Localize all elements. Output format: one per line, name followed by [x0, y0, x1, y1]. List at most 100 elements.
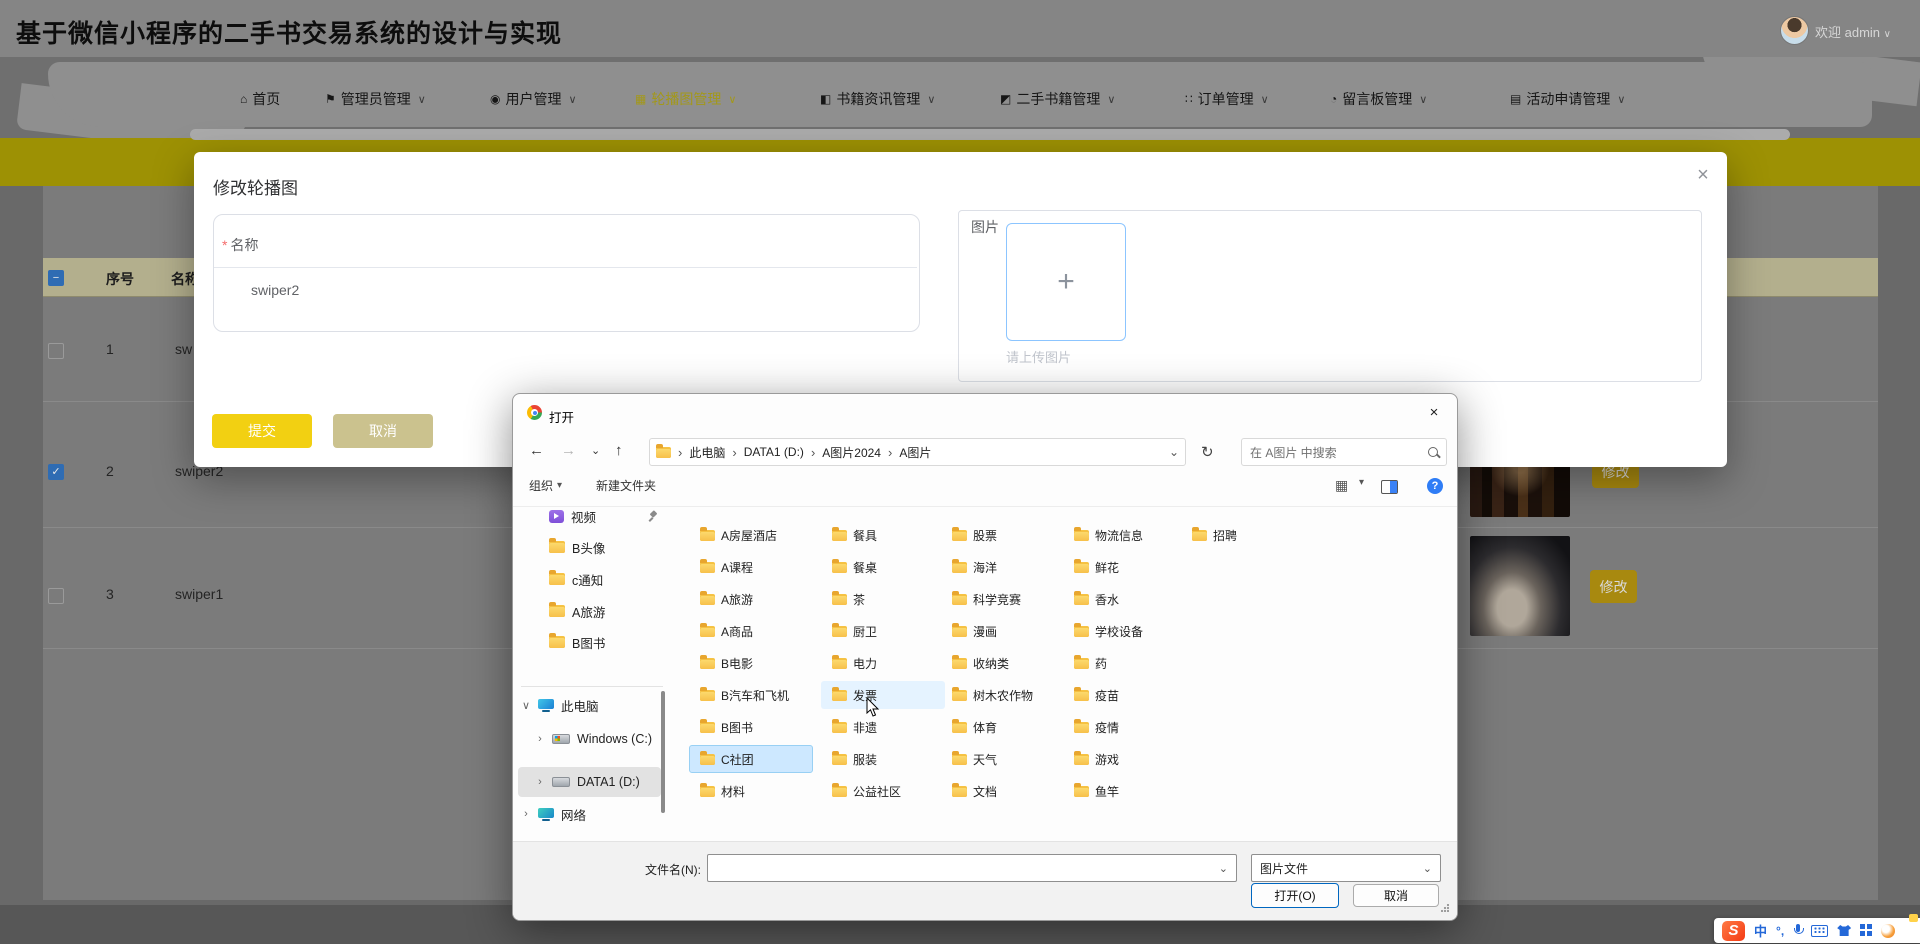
- sidebar-item-drive-d[interactable]: › DATA1 (D:): [535, 768, 640, 796]
- recent-locations-caret[interactable]: ⌄: [591, 444, 600, 457]
- file-type-select[interactable]: 图片文件 ⌄: [1251, 854, 1441, 882]
- submit-button[interactable]: 提交: [212, 414, 312, 448]
- folder-item[interactable]: 游戏: [1063, 745, 1187, 773]
- folder-item[interactable]: 疫苗: [1063, 681, 1187, 709]
- breadcrumb-drive-d[interactable]: DATA1 (D:): [744, 445, 804, 459]
- folder-item[interactable]: 餐具: [821, 521, 945, 549]
- caret-down-icon[interactable]: ⌄: [1219, 862, 1228, 875]
- sidebar-item-a-travel[interactable]: A旅游: [549, 597, 605, 625]
- chevron-collapsed-icon[interactable]: ›: [521, 808, 531, 820]
- toolbox-icon[interactable]: [1860, 924, 1865, 929]
- folder-item-selected[interactable]: C社团: [689, 745, 813, 773]
- close-icon[interactable]: ×: [1688, 160, 1718, 190]
- nav-item-activity-apply-mgmt[interactable]: ▤ 活动申请管理 ∨: [1510, 89, 1625, 109]
- sidebar-item-network[interactable]: › 网络: [521, 800, 586, 828]
- folder-item[interactable]: 漫画: [941, 617, 1065, 645]
- folder-item[interactable]: A房屋酒店: [689, 521, 813, 549]
- folder-item[interactable]: 学校设备: [1063, 617, 1187, 645]
- welcome-admin[interactable]: 欢迎 admin ∨: [1815, 22, 1891, 41]
- filename-combobox[interactable]: ⌄: [707, 854, 1237, 882]
- folder-item[interactable]: 树木农作物: [941, 681, 1065, 709]
- ime-punctuation-icon[interactable]: °,: [1776, 924, 1784, 938]
- folder-item[interactable]: 体育: [941, 713, 1065, 741]
- modal-cancel-button[interactable]: 取消: [333, 414, 433, 448]
- name-input-value[interactable]: swiper2: [251, 282, 299, 298]
- skin-icon[interactable]: [1837, 925, 1851, 936]
- nav-item-carousel-mgmt[interactable]: ▦ 轮播图管理 ∨: [635, 89, 736, 109]
- folder-item[interactable]: 香水: [1063, 585, 1187, 613]
- scrollbar-thumb[interactable]: [190, 129, 1790, 140]
- nav-item-home[interactable]: ⌂ 首页: [240, 89, 280, 109]
- folder-item[interactable]: B汽车和飞机: [689, 681, 813, 709]
- search-input[interactable]: 在 A图片 中搜索: [1241, 438, 1447, 466]
- nav-item-order-mgmt[interactable]: ∷ 订单管理 ∨: [1185, 89, 1269, 109]
- sidebar-item-drive-c[interactable]: › Windows (C:): [535, 725, 652, 753]
- folder-item[interactable]: B电影: [689, 649, 813, 677]
- folder-item[interactable]: 非遗: [821, 713, 945, 741]
- folder-item[interactable]: 电力: [821, 649, 945, 677]
- name-field[interactable]: *名称 swiper2: [213, 214, 920, 332]
- folder-item[interactable]: A旅游: [689, 585, 813, 613]
- help-icon[interactable]: ?: [1427, 478, 1443, 494]
- row-checkbox[interactable]: [48, 343, 64, 359]
- chevron-collapsed-icon[interactable]: ›: [535, 733, 545, 745]
- upload-image-button[interactable]: +: [1006, 223, 1126, 341]
- folder-item[interactable]: 海洋: [941, 553, 1065, 581]
- folder-item[interactable]: 茶: [821, 585, 945, 613]
- nav-item-message-board-mgmt[interactable]: ◔ 留言板管理 ∨: [1330, 89, 1427, 109]
- folder-item[interactable]: 物流信息: [1063, 521, 1187, 549]
- filename-input[interactable]: [716, 860, 1219, 876]
- folder-item[interactable]: 材料: [689, 777, 813, 805]
- select-all-checkbox[interactable]: −: [48, 270, 64, 286]
- folder-item[interactable]: 文档: [941, 777, 1065, 805]
- breadcrumb-folder-2024[interactable]: A图片2024: [822, 444, 881, 461]
- view-mode-caret[interactable]: ▾: [1359, 477, 1364, 488]
- address-dropdown-caret[interactable]: ⌄: [1169, 445, 1179, 459]
- keyboard-icon[interactable]: [1811, 925, 1828, 937]
- emoji-icon[interactable]: [1881, 924, 1895, 938]
- dialog-cancel-button[interactable]: 取消: [1353, 884, 1439, 907]
- sogou-logo-icon[interactable]: S: [1722, 921, 1745, 941]
- chevron-collapsed-icon[interactable]: ›: [535, 776, 545, 788]
- folder-item[interactable]: 药: [1063, 649, 1187, 677]
- open-button[interactable]: 打开(O): [1251, 883, 1339, 908]
- folder-item[interactable]: 鱼竿: [1063, 777, 1187, 805]
- view-mode-icon[interactable]: ▦: [1335, 477, 1348, 494]
- edit-button[interactable]: 修改: [1590, 570, 1637, 603]
- dialog-close-icon[interactable]: ×: [1415, 398, 1453, 428]
- avatar[interactable]: [1780, 16, 1809, 45]
- organize-button[interactable]: 组织 ▾: [529, 477, 562, 494]
- chevron-expanded-icon[interactable]: ∨: [521, 699, 531, 712]
- back-button[interactable]: ←: [529, 442, 544, 459]
- folder-item[interactable]: 股票: [941, 521, 1065, 549]
- sidebar-item-this-pc[interactable]: ∨ 此电脑: [521, 691, 599, 719]
- new-folder-button[interactable]: 新建文件夹: [596, 477, 656, 494]
- folder-item[interactable]: 公益社区: [821, 777, 945, 805]
- folder-item[interactable]: 厨卫: [821, 617, 945, 645]
- folder-item[interactable]: 收纳类: [941, 649, 1065, 677]
- breadcrumb-folder-current[interactable]: A图片: [899, 444, 931, 461]
- sidebar-item-b-books[interactable]: B图书: [549, 628, 605, 656]
- ime-chinese-mode[interactable]: 中: [1754, 921, 1767, 940]
- preview-pane-icon[interactable]: [1381, 480, 1398, 494]
- ime-toolbar[interactable]: S 中 °,: [1714, 918, 1920, 943]
- folder-item[interactable]: 天气: [941, 745, 1065, 773]
- sidebar-item-c-notice[interactable]: c通知: [549, 565, 603, 593]
- nav-item-secondhand-book-mgmt[interactable]: ◩ 二手书籍管理 ∨: [1000, 89, 1115, 109]
- refresh-icon[interactable]: ↻: [1201, 443, 1214, 461]
- folder-item[interactable]: 鲜花: [1063, 553, 1187, 581]
- row-checkbox-checked[interactable]: ✓: [48, 464, 64, 480]
- sidebar-item-b-avatar[interactable]: B头像: [549, 533, 605, 561]
- folder-item[interactable]: 疫情: [1063, 713, 1187, 741]
- up-button[interactable]: ↑: [615, 442, 623, 459]
- row-checkbox[interactable]: [48, 588, 64, 604]
- folder-item[interactable]: B图书: [689, 713, 813, 741]
- folder-item[interactable]: A商品: [689, 617, 813, 645]
- sidebar-scrollbar[interactable]: [661, 691, 665, 813]
- microphone-icon[interactable]: [1793, 924, 1802, 937]
- nav-item-user-mgmt[interactable]: ◉ 用户管理 ∨: [490, 89, 577, 109]
- resize-grip[interactable]: [1441, 904, 1449, 912]
- folder-item[interactable]: A课程: [689, 553, 813, 581]
- folder-item-hovered[interactable]: 发票: [821, 681, 945, 709]
- nav-item-book-info-mgmt[interactable]: ◧ 书籍资讯管理 ∨: [820, 89, 935, 109]
